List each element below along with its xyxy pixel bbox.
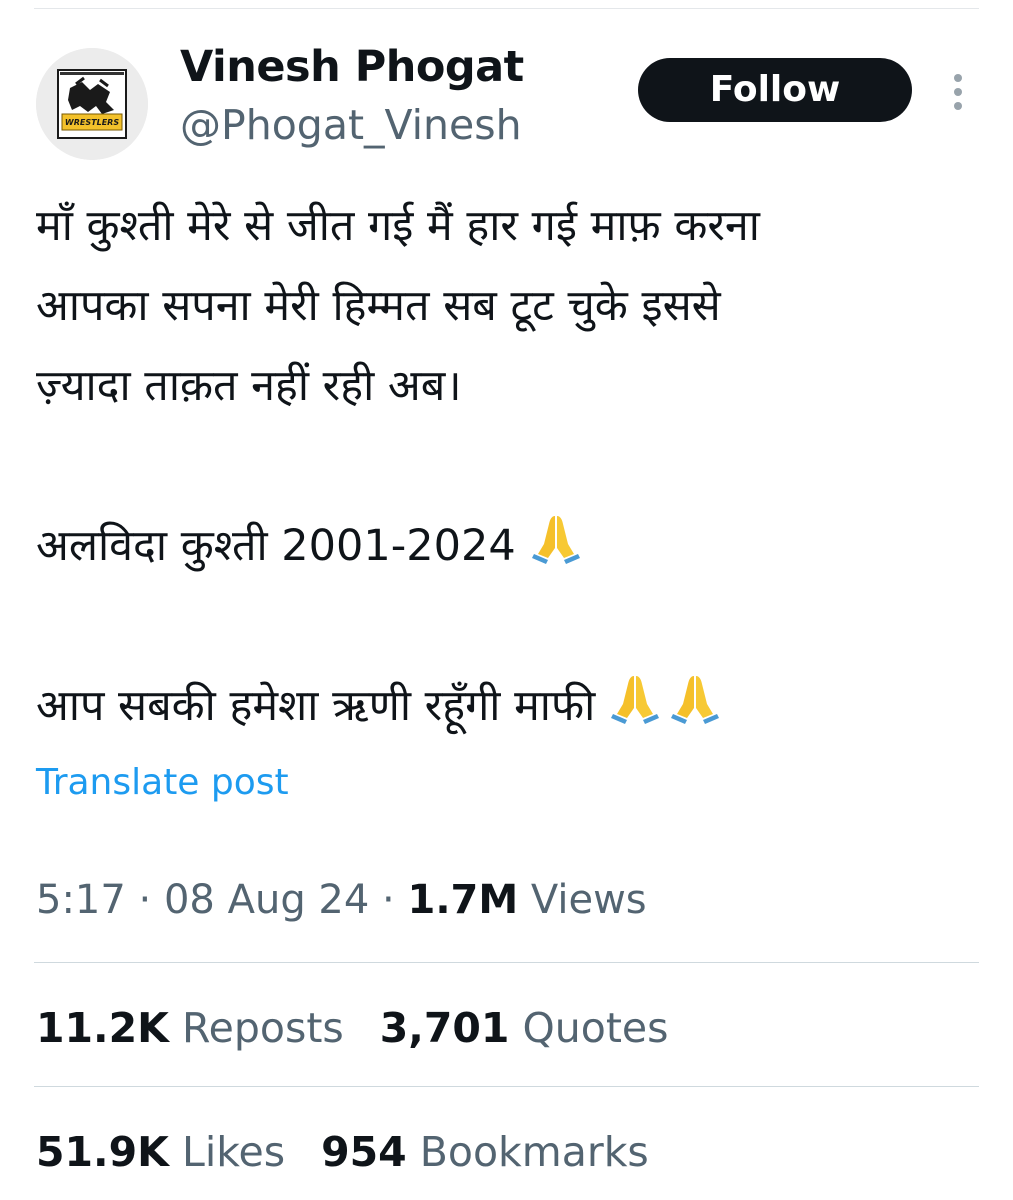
post-metadata: 5:17 · 08 Aug 24 · 1.7M Views bbox=[36, 872, 647, 928]
likes-label: Likes bbox=[181, 1128, 286, 1176]
emoji-group-1 bbox=[528, 510, 588, 592]
folded-hands-icon bbox=[531, 516, 580, 564]
svg-text:WRESTLERS: WRESTLERS bbox=[65, 118, 119, 127]
translate-post-link[interactable]: Translate post bbox=[36, 758, 289, 808]
post-line-2: आपका सपना मेरी हिम्मत सब टूट चुके इससे bbox=[36, 281, 721, 331]
bookmarks-count: 954 bbox=[321, 1128, 407, 1176]
reposts-stat[interactable]: 11.2K Reposts bbox=[36, 1000, 344, 1056]
more-options-icon[interactable] bbox=[940, 72, 976, 112]
post-line-3: ज़्यादा ताक़त नहीं रही अब। bbox=[36, 361, 462, 411]
post-date[interactable]: 08 Aug 24 bbox=[164, 877, 369, 923]
likes-stat[interactable]: 51.9K Likes bbox=[36, 1124, 285, 1180]
meta-separator: · bbox=[125, 877, 164, 923]
post-line-5: आप सबकी हमेशा ऋणी रहूँगी माफी bbox=[36, 666, 966, 746]
emoji-group-2 bbox=[607, 670, 727, 752]
meta-separator: · bbox=[369, 877, 408, 923]
stats-row-engagement: 11.2K Reposts 3,701 Quotes bbox=[36, 1000, 705, 1056]
follow-button[interactable]: Follow bbox=[638, 58, 912, 122]
reposts-label: Reposts bbox=[181, 1004, 344, 1052]
avatar[interactable]: WRESTLERS bbox=[36, 48, 148, 160]
bookmarks-stat[interactable]: 954 Bookmarks bbox=[321, 1124, 649, 1180]
bookmarks-label: Bookmarks bbox=[419, 1128, 649, 1176]
folded-hands-icon bbox=[611, 676, 660, 724]
views-label: Views bbox=[530, 877, 647, 923]
stats-divider-top bbox=[34, 962, 979, 963]
quotes-label: Quotes bbox=[522, 1004, 669, 1052]
likes-count: 51.9K bbox=[36, 1128, 169, 1176]
top-divider bbox=[34, 8, 979, 9]
post-line-1: माँ कुश्ती मेरे से जीत गई मैं हार गई माफ… bbox=[36, 201, 760, 251]
quotes-stat[interactable]: 3,701 Quotes bbox=[380, 1000, 669, 1056]
display-name[interactable]: Vinesh Phogat bbox=[180, 40, 524, 94]
post-text: माँ कुश्ती मेरे से जीत गई मैं हार गई माफ… bbox=[36, 186, 966, 746]
post-blank-line bbox=[36, 426, 966, 506]
stats-row-saves: 51.9K Likes 954 Bookmarks bbox=[36, 1124, 685, 1180]
user-handle[interactable]: @Phogat_Vinesh bbox=[180, 98, 522, 152]
reposts-count: 11.2K bbox=[36, 1004, 169, 1052]
farewell-text: अलविदा कुश्ती 2001-2024 bbox=[36, 521, 516, 571]
wrestlers-logo-icon: WRESTLERS bbox=[36, 48, 148, 160]
folded-hands-icon bbox=[671, 676, 720, 724]
post-blank-line bbox=[36, 586, 966, 666]
post-line-4: अलविदा कुश्ती 2001-2024 bbox=[36, 506, 966, 586]
stats-divider-middle bbox=[34, 1086, 979, 1087]
post-time[interactable]: 5:17 bbox=[36, 877, 126, 923]
views-count: 1.7M bbox=[407, 877, 519, 923]
gratitude-text: आप सबकी हमेशा ऋणी रहूँगी माफी bbox=[36, 681, 596, 731]
quotes-count: 3,701 bbox=[379, 1004, 510, 1052]
